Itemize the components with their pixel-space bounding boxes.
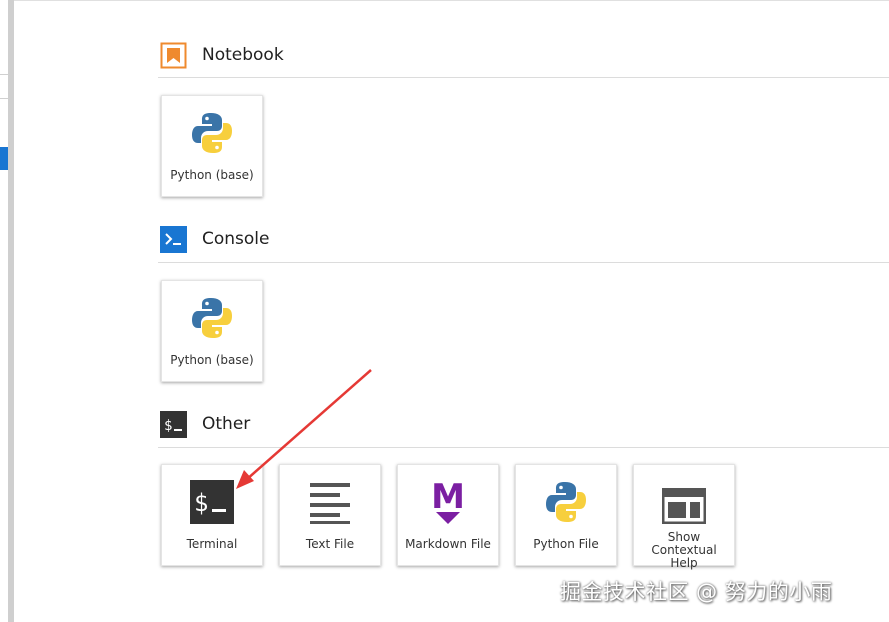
annotation-arrow [236, 369, 372, 489]
watermark: 掘金技术社区 @ 努力的小雨 [560, 580, 833, 604]
